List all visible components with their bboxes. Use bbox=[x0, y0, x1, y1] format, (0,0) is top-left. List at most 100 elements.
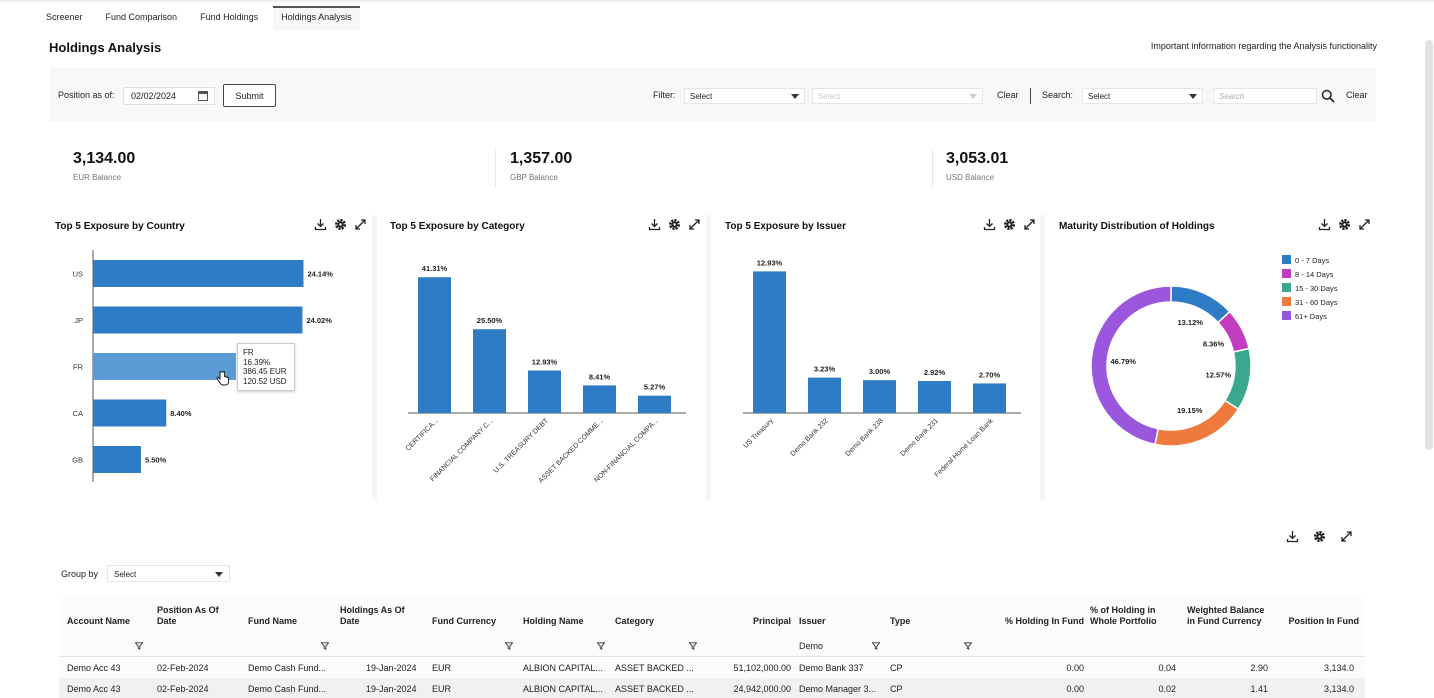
filter-clear-button[interactable]: Clear bbox=[997, 90, 1019, 100]
bar[interactable] bbox=[583, 385, 616, 413]
country-chart-title: Top 5 Exposure by Country bbox=[55, 221, 185, 232]
submit-button[interactable]: Submit bbox=[223, 84, 276, 107]
search-input[interactable]: Search bbox=[1213, 88, 1317, 104]
search-icon[interactable] bbox=[1321, 89, 1335, 103]
panel-separator bbox=[372, 215, 377, 500]
bar[interactable] bbox=[918, 381, 951, 413]
tab-screener[interactable]: Screener bbox=[38, 6, 91, 30]
expand-icon[interactable] bbox=[688, 218, 701, 231]
search-clear-button[interactable]: Clear bbox=[1346, 90, 1368, 100]
y-tick-label: GB bbox=[72, 456, 83, 465]
download-icon[interactable] bbox=[648, 218, 661, 231]
bar[interactable] bbox=[93, 353, 236, 380]
data-label: 2.70% bbox=[979, 370, 1001, 379]
legend-swatch bbox=[1282, 255, 1291, 264]
panel-separator bbox=[1040, 215, 1045, 500]
column-header[interactable]: Issuer bbox=[799, 616, 826, 627]
bar[interactable] bbox=[973, 383, 1006, 413]
info-link[interactable]: Important information regarding the Anal… bbox=[1151, 41, 1377, 51]
tab-holdings-analysis[interactable]: Holdings Analysis bbox=[273, 6, 360, 30]
download-icon[interactable] bbox=[1318, 218, 1331, 231]
bar[interactable] bbox=[528, 370, 561, 413]
filter-icon[interactable] bbox=[505, 642, 513, 650]
table-cell: 0.00 bbox=[1066, 684, 1084, 694]
data-label: 24.02% bbox=[306, 316, 332, 325]
column-header[interactable]: Category bbox=[615, 616, 654, 627]
column-header[interactable]: Position As Of Date bbox=[157, 605, 219, 627]
data-label: 13.12% bbox=[1178, 318, 1204, 327]
legend-swatch bbox=[1282, 269, 1291, 278]
column-header[interactable]: Weighted Balance in Fund Currency bbox=[1187, 605, 1264, 627]
search-label: Search: bbox=[1042, 90, 1074, 100]
expand-icon[interactable] bbox=[1023, 218, 1036, 231]
expand-icon[interactable] bbox=[1358, 218, 1371, 231]
column-header-text: Weighted Balance bbox=[1187, 605, 1265, 615]
gear-icon[interactable] bbox=[1338, 218, 1351, 231]
expand-icon[interactable] bbox=[1340, 530, 1353, 543]
bar[interactable] bbox=[753, 271, 786, 413]
bar[interactable] bbox=[808, 377, 841, 413]
column-header-text: Category bbox=[615, 616, 655, 626]
column-header[interactable]: Position In Fund bbox=[1283, 616, 1360, 627]
calendar-icon[interactable] bbox=[198, 91, 208, 101]
tab-fund-holdings[interactable]: Fund Holdings bbox=[192, 6, 266, 30]
maturity-donut-chart: 13.12% 8.36% 12.57% 19.15% 46.79% 0 - 7 Days 8… bbox=[1090, 255, 1338, 447]
bar[interactable] bbox=[93, 446, 141, 473]
legend-label[interactable]: 0 - 7 Days bbox=[1295, 256, 1329, 265]
page-scrollbar[interactable] bbox=[1425, 40, 1433, 450]
column-header[interactable]: Holdings As Of Date bbox=[340, 605, 405, 627]
column-header[interactable]: Fund Name bbox=[248, 616, 297, 627]
column-header[interactable]: Account Name bbox=[67, 616, 130, 627]
gear-icon[interactable] bbox=[334, 218, 347, 231]
bar[interactable] bbox=[473, 329, 506, 413]
filter-icon[interactable] bbox=[689, 642, 697, 650]
y-tick-label: US bbox=[73, 270, 83, 279]
filter-icon[interactable] bbox=[872, 642, 880, 650]
search-field-select[interactable]: Select bbox=[1082, 88, 1203, 104]
groupby-select-value: Select bbox=[114, 570, 137, 579]
legend-swatch bbox=[1282, 283, 1291, 292]
expand-icon[interactable] bbox=[354, 218, 367, 231]
legend-label[interactable]: 15 - 30 Days bbox=[1295, 284, 1338, 293]
column-header[interactable]: Holding Name bbox=[523, 616, 584, 627]
filter-icon[interactable] bbox=[135, 642, 143, 650]
filter-icon[interactable] bbox=[321, 642, 329, 650]
filter-icon[interactable] bbox=[597, 642, 605, 650]
bar[interactable] bbox=[93, 399, 167, 427]
column-header[interactable]: Fund Currency bbox=[432, 616, 496, 627]
filter-select-primary[interactable]: Select bbox=[684, 88, 805, 104]
filter-icon[interactable] bbox=[964, 642, 972, 650]
column-header[interactable]: Type bbox=[890, 616, 910, 627]
groupby-select[interactable]: Select bbox=[107, 565, 230, 582]
download-icon[interactable] bbox=[1286, 530, 1299, 543]
table-cell: Demo Cash Fund... bbox=[248, 663, 327, 673]
bar[interactable] bbox=[93, 306, 303, 334]
tooltip-line: FR bbox=[243, 348, 254, 357]
issuer-filter-input[interactable]: Demo bbox=[799, 641, 823, 651]
legend-label[interactable]: 31 - 60 Days bbox=[1295, 298, 1338, 307]
legend-label[interactable]: 61+ Days bbox=[1295, 312, 1327, 321]
tab-fund-comparison[interactable]: Fund Comparison bbox=[98, 6, 186, 30]
gear-icon[interactable] bbox=[1003, 218, 1016, 231]
gear-icon[interactable] bbox=[668, 218, 681, 231]
y-tick-label: FR bbox=[73, 363, 84, 372]
bar[interactable] bbox=[418, 277, 451, 413]
bar[interactable] bbox=[638, 395, 671, 413]
column-header-text: Fund Name bbox=[248, 616, 298, 626]
download-icon[interactable] bbox=[983, 218, 996, 231]
bar[interactable] bbox=[863, 380, 896, 413]
position-date-input[interactable]: 02/02/2024 bbox=[123, 87, 215, 105]
table-row[interactable]: Demo Acc 43 02-Feb-2024 Demo Cash Fund... 1… bbox=[59, 657, 1365, 677]
data-label: 12.93% bbox=[757, 258, 783, 267]
legend-swatch bbox=[1282, 297, 1291, 306]
bar[interactable] bbox=[93, 260, 304, 287]
table-row[interactable]: Demo Acc 43 02-Feb-2024 Demo Cash Fund... 1… bbox=[59, 678, 1365, 698]
column-header[interactable]: % Holding In Fund bbox=[989, 616, 1084, 627]
column-header[interactable]: % of Holding in Whole Portfolio bbox=[1090, 605, 1157, 627]
chevron-down-icon bbox=[969, 94, 977, 99]
legend-label[interactable]: 8 - 14 Days bbox=[1295, 270, 1334, 279]
data-label: 46.79% bbox=[1111, 357, 1137, 366]
download-icon[interactable] bbox=[314, 218, 327, 231]
column-header[interactable]: Principal bbox=[709, 616, 791, 627]
gear-icon[interactable] bbox=[1313, 530, 1326, 543]
